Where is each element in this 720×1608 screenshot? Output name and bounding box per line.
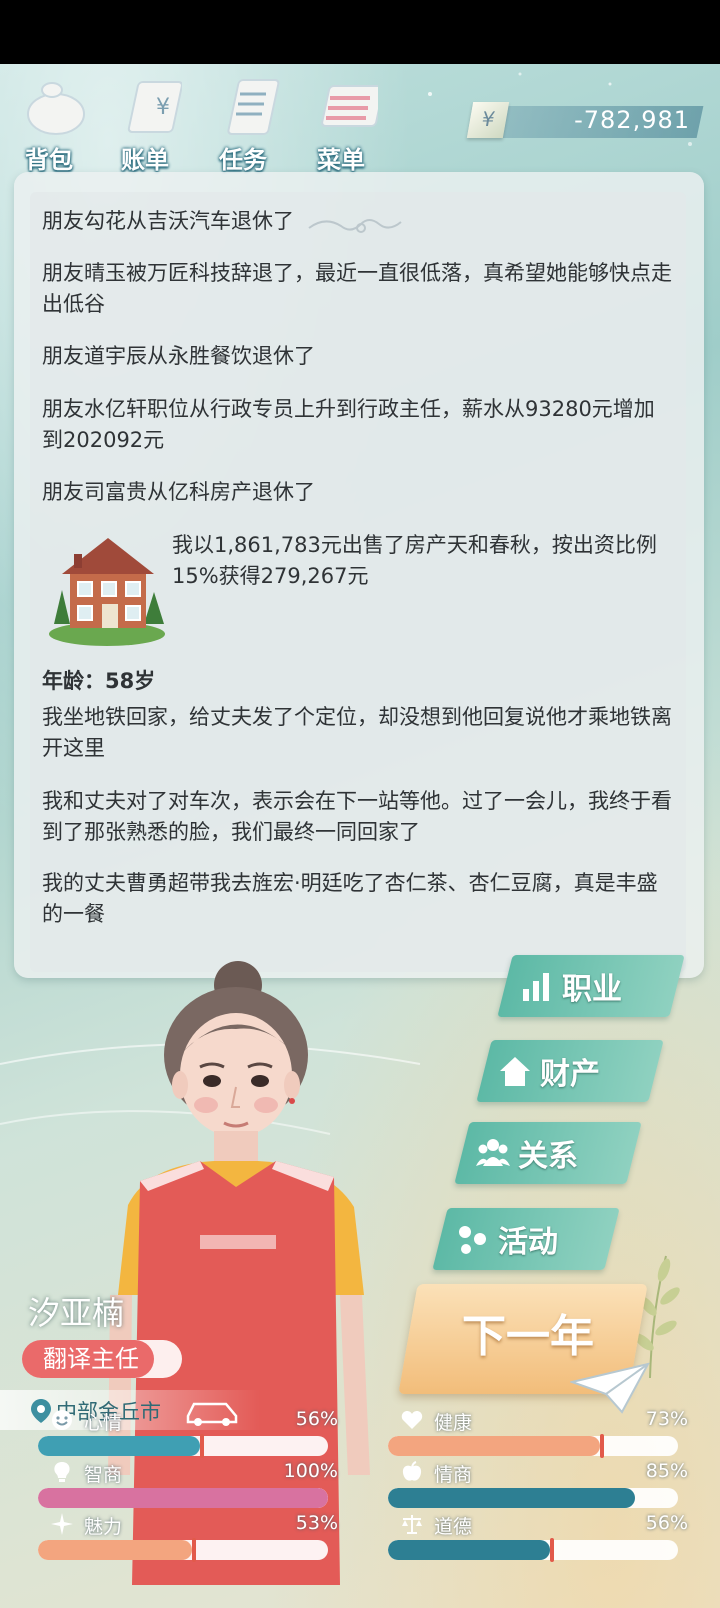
stat-fill (38, 1488, 328, 1508)
stat-mood: 心情 56% (38, 1408, 338, 1460)
stat-label: 健康 (434, 1412, 473, 1434)
stat-fill (38, 1540, 192, 1560)
stat-percent: 53% (295, 1512, 338, 1534)
career-button-content[interactable]: 职业 (520, 955, 622, 1017)
activity-icon (459, 1226, 486, 1254)
activities-label: 活动 (498, 1225, 558, 1260)
menu-icon (321, 85, 378, 127)
money-value: -782,981 (574, 106, 690, 134)
stat-label: 智商 (84, 1464, 123, 1486)
stat-label: 心情 (84, 1412, 123, 1434)
stat-eq: 情商 85% (388, 1460, 688, 1512)
stats-panel: 心情 56% 健康 73% 智商 100% 情商 85% 魅力 53% 道德 5… (0, 1408, 720, 1608)
menu-button[interactable]: 菜单 (296, 72, 386, 174)
stat-percent: 85% (645, 1460, 688, 1482)
lightbulb-icon (54, 1462, 70, 1482)
top-toolbar: 背包 ¥ 账单 任务 菜单 ¥ -782,981 (0, 64, 720, 174)
stat-percent: 56% (645, 1512, 688, 1534)
stat-percent: 73% (645, 1408, 688, 1430)
bag-icon (27, 82, 85, 135)
task-icon (227, 79, 280, 135)
bill-button[interactable]: ¥ 账单 (100, 72, 190, 174)
task-button[interactable]: 任务 (198, 72, 288, 174)
stat-fill (388, 1436, 600, 1456)
log-line: 我以1,861,783元出售了房产天和春秋，按出资比例15%获得279,267元 (172, 533, 657, 588)
apple-icon (402, 1461, 422, 1481)
log-line: 朋友水亿轩职位从行政专员上升到行政主任，薪水从93280元增加到202092元 (42, 397, 655, 452)
stat-marker (200, 1434, 205, 1458)
house-icon (500, 1057, 530, 1086)
stat-fill (388, 1540, 551, 1560)
job-title: 翻译主任 (43, 1345, 139, 1373)
character-name: 汐亚楠 (28, 1294, 125, 1332)
stat-marker (191, 1538, 196, 1562)
log-line: 朋友道宇辰从永胜餐饮退休了 (42, 344, 315, 368)
stat-track (38, 1436, 328, 1456)
stat-fill (388, 1488, 635, 1508)
menu-label: 菜单 (317, 146, 365, 174)
yen-icon: ¥ (466, 102, 510, 138)
log-line: 我坐地铁回家，给丈夫发了个定位，却没想到他回复说他才乘地铁离开这里 (42, 705, 672, 760)
stat-label: 道德 (434, 1516, 473, 1538)
stat-iq: 智商 100% (38, 1460, 338, 1512)
stat-track (388, 1436, 678, 1456)
stat-label: 情商 (434, 1464, 473, 1486)
bill-icon: ¥ (127, 81, 182, 133)
stat-charm: 魅力 53% (38, 1512, 338, 1564)
stat-fill (38, 1436, 201, 1456)
property-label: 财产 (540, 1057, 600, 1092)
stat-track (388, 1488, 678, 1508)
career-chart-icon (523, 973, 549, 1001)
stat-percent: 56% (295, 1408, 338, 1430)
activities-button-content[interactable]: 活动 (456, 1208, 558, 1270)
relations-button-content[interactable]: 关系 (476, 1122, 578, 1184)
sparkle-icon (51, 1513, 73, 1535)
log-line: 我和丈夫对了对车次，表示会在下一站等他。过了一会儿，我终于看到了那张熟悉的脸，我… (42, 789, 672, 844)
money-display: ¥ -782,981 (466, 102, 704, 138)
svg-text:¥: ¥ (156, 95, 170, 120)
stat-health: 健康 73% (388, 1408, 688, 1460)
log-line: 我的丈夫曹勇超带我去旌宏·明廷吃了杏仁茶、杏仁豆腐，真是丰盛的一餐 (42, 871, 658, 926)
task-label: 任务 (219, 146, 267, 174)
house-icon (49, 538, 165, 646)
stat-track (38, 1540, 328, 1560)
stat-track (388, 1540, 678, 1560)
people-icon (476, 1139, 510, 1166)
stat-marker (599, 1434, 604, 1458)
bag-button[interactable]: 背包 (4, 72, 94, 174)
relations-label: 关系 (518, 1139, 578, 1174)
log-line: 朋友晴玉被万匠科技辞退了，最近一直很低落，真希望她能够快点走出低谷 (42, 261, 672, 316)
property-button-content[interactable]: 财产 (498, 1040, 600, 1102)
stat-label: 魅力 (84, 1516, 123, 1538)
stat-marker (550, 1538, 555, 1562)
stat-morality: 道德 56% (388, 1512, 688, 1564)
bill-label: 账单 (121, 146, 169, 174)
next-year-label[interactable]: 下一年 (408, 1300, 648, 1364)
scales-icon (402, 1515, 422, 1534)
smiley-icon (52, 1410, 72, 1430)
bag-label: 背包 (25, 146, 73, 174)
stat-track (38, 1488, 328, 1508)
age-line: 年龄：58岁 (42, 669, 156, 693)
flourish-ornament (308, 219, 402, 233)
career-label: 职业 (562, 972, 622, 1007)
stat-percent: 100% (283, 1460, 338, 1482)
log-line: 朋友司富贵从亿科房产退休了 (42, 480, 315, 504)
heart-icon (401, 1411, 423, 1429)
